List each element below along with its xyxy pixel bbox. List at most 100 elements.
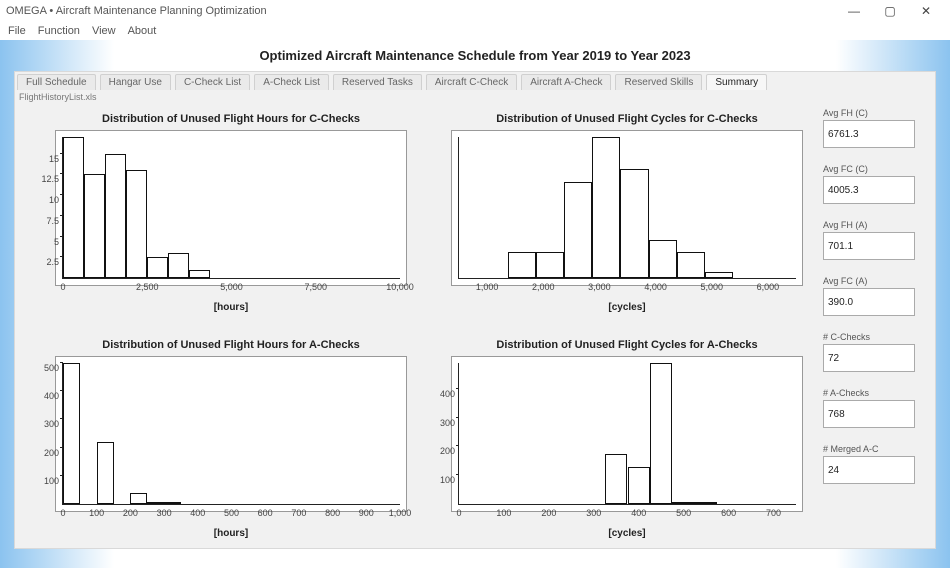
maximize-button[interactable]: ▢ <box>872 4 908 18</box>
tab-full-schedule[interactable]: Full Schedule <box>17 74 96 90</box>
histogram-bar <box>189 270 210 278</box>
charts-area: Distribution of Unused Flight Hours for … <box>21 108 815 542</box>
app-title: OMEGA • Aircraft Maintenance Planning Op… <box>6 5 267 17</box>
y-tick-label: 100 <box>33 476 59 486</box>
metric-merged-ac: # Merged A-C <box>823 444 931 484</box>
x-tick-label: 3,000 <box>588 282 611 292</box>
histogram-bar <box>649 240 677 278</box>
x-tick-label: 4,000 <box>644 282 667 292</box>
histogram-bar <box>105 154 126 278</box>
tab-a-check-list[interactable]: A-Check List <box>254 74 329 90</box>
metric-value[interactable] <box>823 456 915 484</box>
x-tick-label: 500 <box>224 508 239 518</box>
histogram-bar <box>63 363 80 504</box>
menu-about[interactable]: About <box>128 25 157 37</box>
tab-aircraft-a-check[interactable]: Aircraft A-Check <box>521 74 611 90</box>
x-tick-label: 1,000 <box>389 508 412 518</box>
plot-area: 2.557.51012.51502,5005,0007,50010,000 <box>62 137 400 279</box>
x-tick-label: 6,000 <box>757 282 780 292</box>
metric-value[interactable] <box>823 176 915 204</box>
y-tick-mark <box>60 215 63 216</box>
histogram-bar <box>168 253 189 278</box>
x-tick-label: 0 <box>456 508 461 518</box>
histogram-bar <box>130 493 147 504</box>
chart-fc-a: Distribution of Unused Flight Cycles for… <box>451 356 803 512</box>
x-tick-label: 300 <box>586 508 601 518</box>
metric-label: # Merged A-C <box>823 444 931 454</box>
histogram-bar <box>147 502 164 504</box>
metric-label: Avg FH (A) <box>823 220 931 230</box>
y-tick-mark <box>60 173 63 174</box>
x-tick-label: 600 <box>721 508 736 518</box>
metric-value[interactable] <box>823 400 915 428</box>
tab-reserved-tasks[interactable]: Reserved Tasks <box>333 74 422 90</box>
chart-fh-a: Distribution of Unused Flight Hours for … <box>55 356 407 512</box>
tab-reserved-skills[interactable]: Reserved Skills <box>615 74 702 90</box>
y-tick-mark <box>60 362 63 363</box>
menu-view[interactable]: View <box>92 25 116 37</box>
menu-function[interactable]: Function <box>38 25 80 37</box>
histogram-bar <box>63 137 84 278</box>
histogram-bar <box>620 169 648 278</box>
x-tick-label: 1,000 <box>476 282 499 292</box>
metric-label: Avg FH (C) <box>823 108 931 118</box>
chart-fc-c: Distribution of Unused Flight Cycles for… <box>451 130 803 286</box>
x-tick-label: 400 <box>190 508 205 518</box>
y-tick-label: 500 <box>33 363 59 373</box>
metric-value[interactable] <box>823 288 915 316</box>
histogram-bar <box>705 272 733 278</box>
y-tick-label: 300 <box>429 418 455 428</box>
y-tick-label: 10 <box>33 195 59 205</box>
x-tick-label: 2,000 <box>532 282 555 292</box>
metric-value[interactable] <box>823 232 915 260</box>
y-tick-label: 400 <box>33 391 59 401</box>
y-tick-label: 400 <box>429 389 455 399</box>
y-tick-mark <box>456 445 459 446</box>
metric-label: # A-Checks <box>823 388 931 398</box>
histogram-bar <box>672 502 694 504</box>
histogram-bar <box>695 502 717 504</box>
histogram-bar <box>536 252 564 278</box>
tab-summary[interactable]: Summary <box>706 74 767 90</box>
y-tick-label: 200 <box>33 448 59 458</box>
metric-avg-fc-c: Avg FC (C) <box>823 164 931 204</box>
x-tick-label: 400 <box>631 508 646 518</box>
y-tick-label: 2.5 <box>33 257 59 267</box>
close-button[interactable]: ✕ <box>908 4 944 18</box>
x-tick-label: 7,500 <box>304 282 327 292</box>
x-tick-label: 10,000 <box>386 282 414 292</box>
x-tick-label: 300 <box>157 508 172 518</box>
metric-label: Avg FC (A) <box>823 276 931 286</box>
menu-file[interactable]: File <box>8 25 26 37</box>
metric-c-checks: # C-Checks <box>823 332 931 372</box>
x-tick-label: 700 <box>766 508 781 518</box>
tab-row: Full Schedule Hangar Use C-Check List A-… <box>15 72 935 90</box>
y-tick-mark <box>456 417 459 418</box>
x-tick-label: 500 <box>676 508 691 518</box>
histogram-bar <box>628 467 650 504</box>
metric-label: # C-Checks <box>823 332 931 342</box>
window-titlebar: OMEGA • Aircraft Maintenance Planning Op… <box>0 0 950 22</box>
y-tick-label: 15 <box>33 154 59 164</box>
y-tick-label: 7.5 <box>33 216 59 226</box>
metric-avg-fc-a: Avg FC (A) <box>823 276 931 316</box>
tab-hangar-use[interactable]: Hangar Use <box>100 74 171 90</box>
x-tick-label: 900 <box>359 508 374 518</box>
y-tick-mark <box>60 153 63 154</box>
minimize-button[interactable]: — <box>836 4 872 18</box>
menubar: File Function View About <box>0 22 950 40</box>
x-tick-label: 5,000 <box>700 282 723 292</box>
histogram-bar <box>605 454 627 504</box>
plot-area: 1,0002,0003,0004,0005,0006,000 <box>458 137 796 279</box>
histogram-bar <box>84 174 105 278</box>
x-axis-label: [cycles] <box>452 528 802 539</box>
metric-value[interactable] <box>823 120 915 148</box>
tab-c-check-list[interactable]: C-Check List <box>175 74 250 90</box>
tab-aircraft-c-check[interactable]: Aircraft C-Check <box>426 74 517 90</box>
x-tick-label: 700 <box>291 508 306 518</box>
metric-value[interactable] <box>823 344 915 372</box>
y-tick-label: 300 <box>33 419 59 429</box>
x-tick-label: 0 <box>60 282 65 292</box>
histogram-bar <box>650 363 672 504</box>
y-tick-label: 5 <box>33 237 59 247</box>
